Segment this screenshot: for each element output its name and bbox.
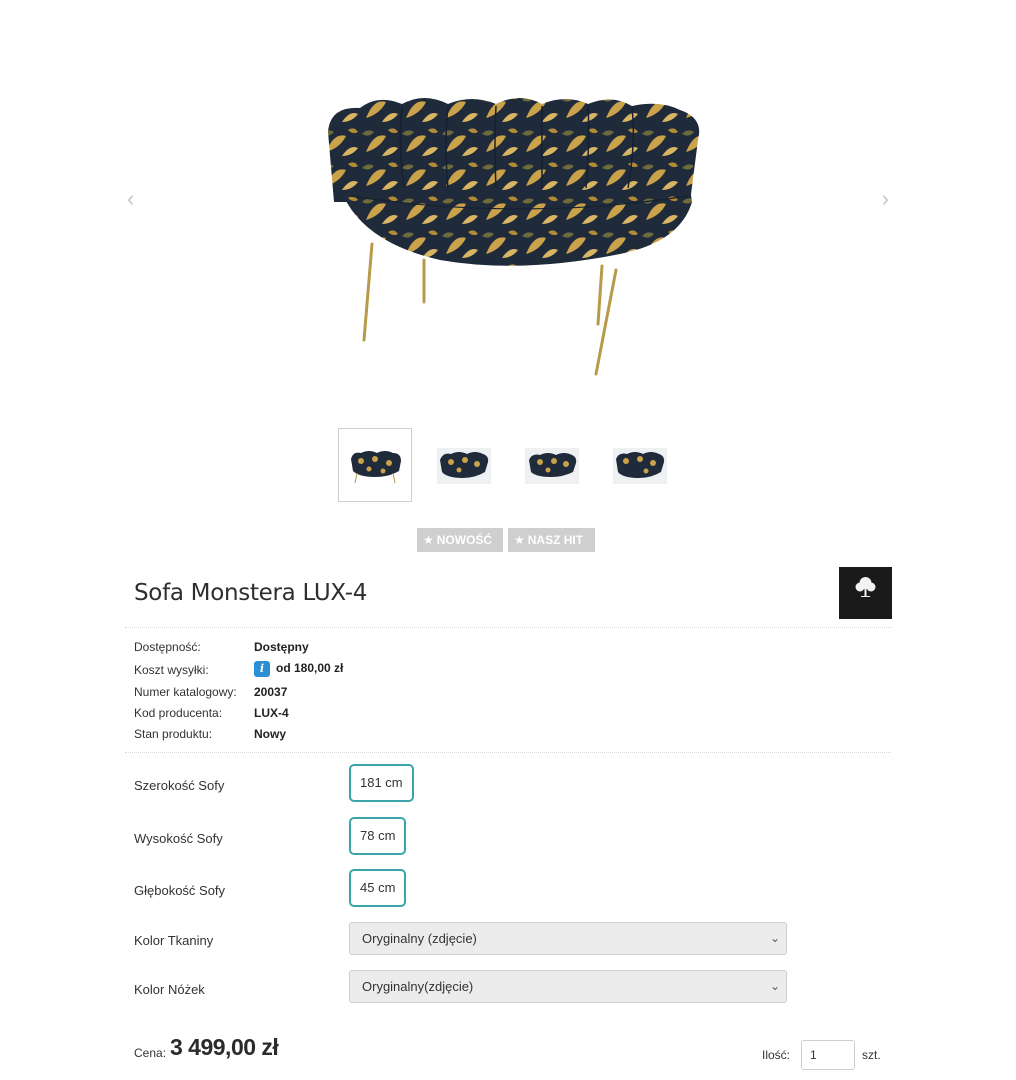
star-icon: ★ xyxy=(423,533,434,547)
depth-option-label: Głębokość Sofy xyxy=(134,883,226,898)
thumbnail-2[interactable] xyxy=(427,428,501,502)
thumbnail-1[interactable] xyxy=(338,428,412,502)
fabric-color-select[interactable]: Oryginalny (zdjęcie) ⌄ xyxy=(349,922,787,955)
quantity-label: Ilość: xyxy=(762,1048,791,1062)
legs-color-label: Kolor Nóżek xyxy=(134,982,205,997)
quantity-unit: szt. xyxy=(862,1048,881,1062)
thumbnail-3[interactable] xyxy=(515,428,589,502)
depth-option-value[interactable]: 45 cm xyxy=(349,869,406,907)
price-value: 3 499,00 zł xyxy=(170,1034,279,1060)
height-option-value[interactable]: 78 cm xyxy=(349,817,406,855)
badge-new: ★ NOWOŚĆ xyxy=(417,528,503,552)
badge-hit-label: NASZ HIT xyxy=(527,533,584,547)
condition-value: Nowy xyxy=(254,727,287,741)
thumbnail-4[interactable] xyxy=(603,428,677,502)
height-option-label: Wysokość Sofy xyxy=(134,831,223,846)
shipping-info: i od 180,00 zł xyxy=(254,661,343,677)
chevron-down-icon: ⌄ xyxy=(769,931,780,945)
gallery-prev-arrow-icon[interactable]: ‹ xyxy=(127,188,134,210)
badge-new-label: NOWOŚĆ xyxy=(436,533,493,547)
width-option-value[interactable]: 181 cm xyxy=(349,764,414,802)
width-option-label: Szerokość Sofy xyxy=(134,778,225,793)
gallery-next-arrow-icon[interactable]: › xyxy=(882,188,889,210)
shipping-label: Koszt wysyłki: xyxy=(134,663,209,677)
legs-color-select[interactable]: Oryginalny(zdjęcie) ⌄ xyxy=(349,970,787,1003)
price-label: Cena: xyxy=(134,1046,167,1060)
product-title: Sofa Monstera LUX-4 xyxy=(134,580,368,606)
fabric-color-label: Kolor Tkaniny xyxy=(134,933,214,948)
availability-value: Dostępny xyxy=(254,640,309,654)
condition-label: Stan produktu: xyxy=(134,727,213,741)
shipping-value: od 180,00 zł xyxy=(276,661,344,676)
divider xyxy=(125,627,891,628)
catalog-number-value: 20037 xyxy=(254,685,288,699)
quantity-input[interactable]: 1 xyxy=(801,1040,855,1070)
product-main-image[interactable] xyxy=(320,92,715,387)
producer-code-label: Kod producenta: xyxy=(134,706,223,720)
star-icon: ★ xyxy=(514,533,525,547)
divider xyxy=(125,752,891,753)
info-icon[interactable]: i xyxy=(254,661,270,677)
badge-hit: ★ NASZ HIT xyxy=(508,528,595,552)
brand-logo[interactable] xyxy=(839,567,892,619)
catalog-number-label: Numer katalogowy: xyxy=(134,685,237,699)
product-gallery: ‹ › xyxy=(125,40,891,405)
producer-code-value: LUX-4 xyxy=(254,706,289,720)
chevron-down-icon: ⌄ xyxy=(769,979,780,993)
legs-color-value: Oryginalny(zdjęcie) xyxy=(362,979,474,994)
availability-label: Dostępność: xyxy=(134,640,201,654)
fabric-color-value: Oryginalny (zdjęcie) xyxy=(362,931,477,946)
